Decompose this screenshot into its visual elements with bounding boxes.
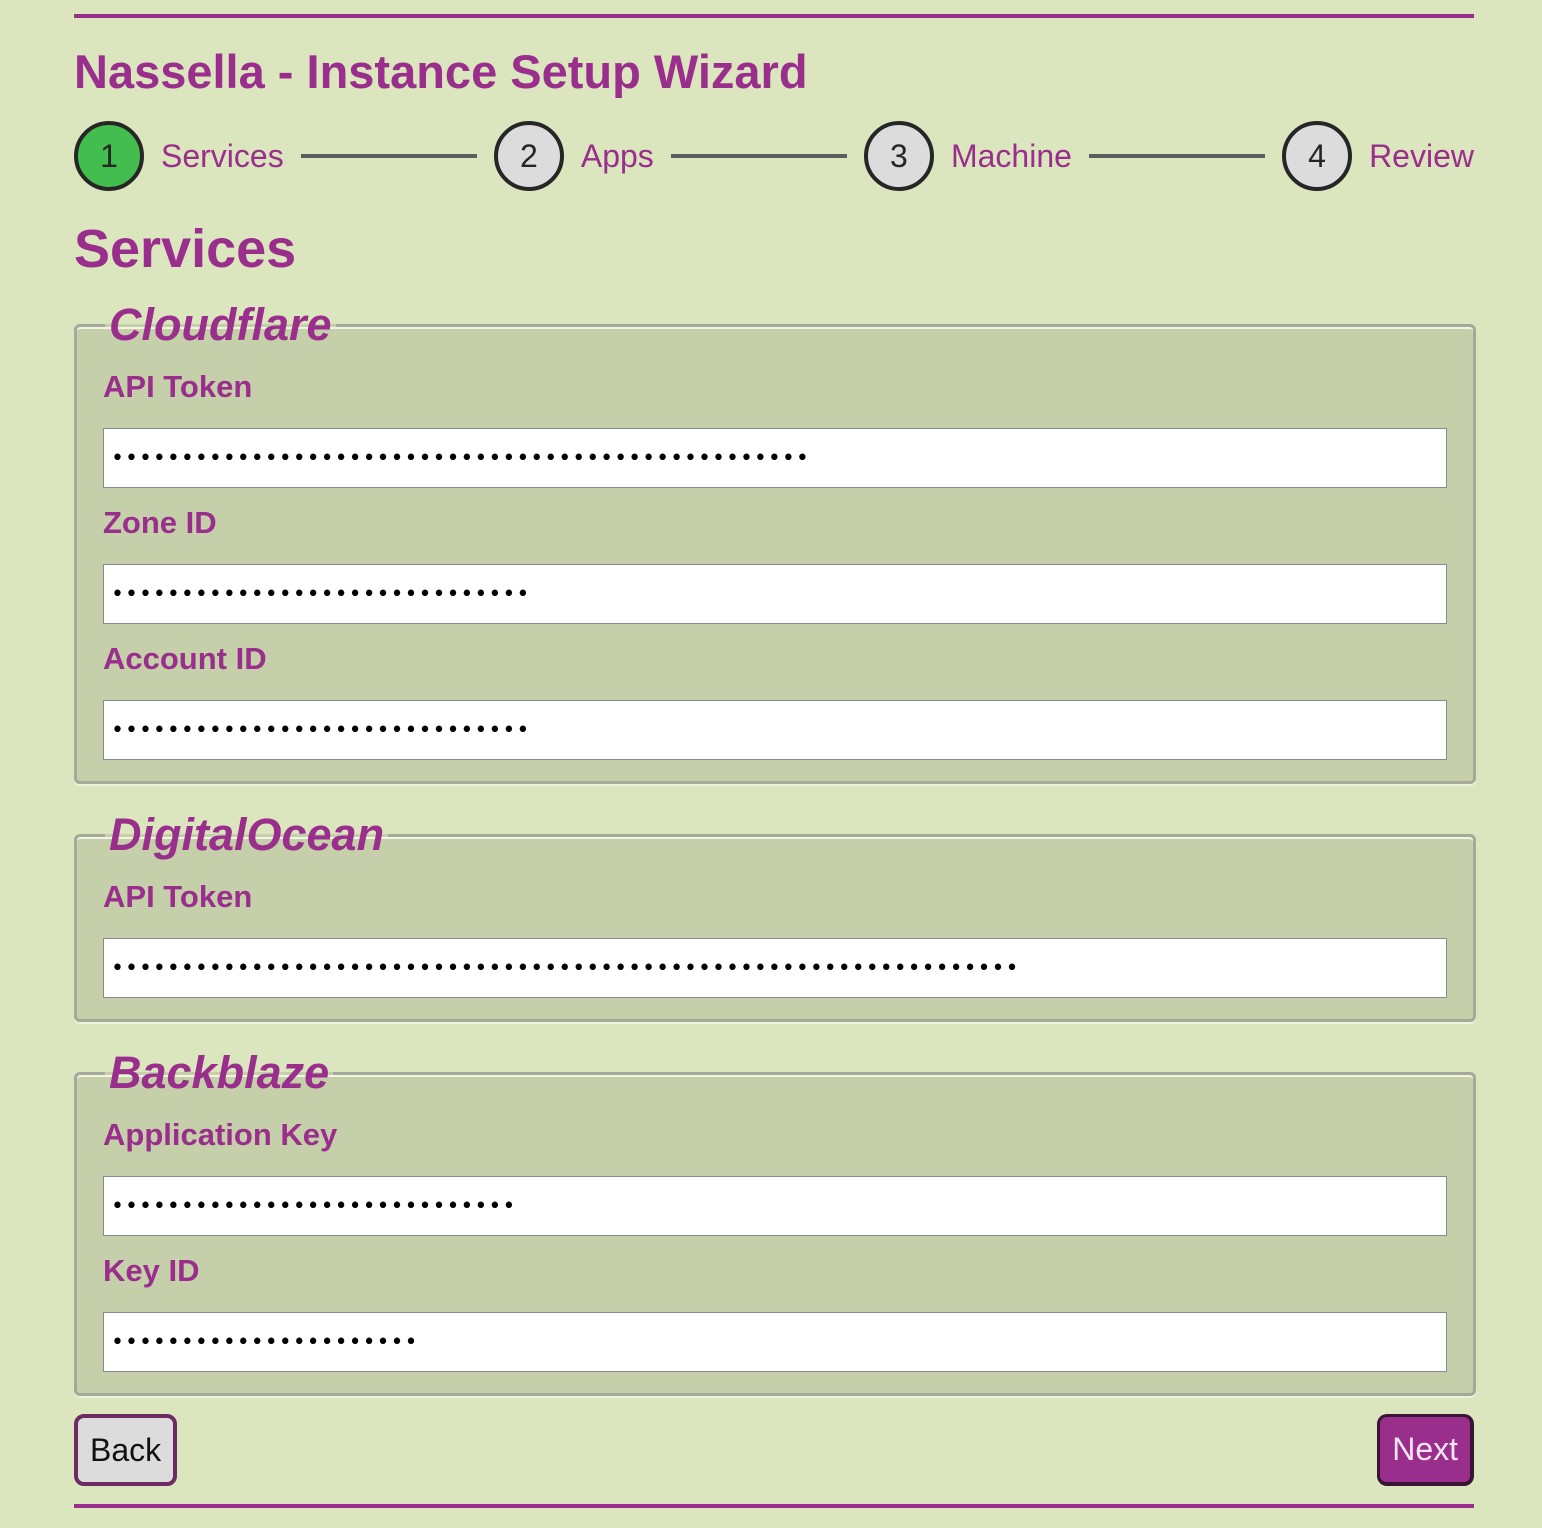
digitalocean-fieldset: DigitalOcean API Token — [74, 810, 1476, 1022]
cloudflare-api-token-label: API Token — [103, 369, 253, 404]
step-label-machine: Machine — [950, 137, 1072, 174]
backblaze-application-key-input[interactable] — [103, 1176, 1447, 1236]
backblaze-fieldset: Backblaze Application Key Key ID — [74, 1048, 1476, 1396]
cloudflare-account-id-input[interactable] — [103, 700, 1447, 760]
wizard-stepper: 1 Services 2 Apps 3 Machine 4 Review — [74, 121, 1474, 191]
cloudflare-zone-id-label: Zone ID — [103, 505, 217, 540]
step-number-1: 1 — [74, 121, 144, 191]
digitalocean-legend: DigitalOcean — [109, 809, 385, 860]
page-title: Services — [74, 219, 297, 279]
digitalocean-api-token-label: API Token — [103, 879, 253, 914]
step-number-4: 4 — [1282, 121, 1353, 191]
cloudflare-fieldset: Cloudflare API Token Zone ID Account ID — [74, 300, 1476, 784]
top-divider — [74, 14, 1474, 18]
backblaze-key-id-input[interactable] — [103, 1312, 1447, 1372]
cloudflare-zone-id-input[interactable] — [103, 564, 1447, 624]
app-title: Nassella - Instance Setup Wizard — [74, 45, 808, 98]
wizard-actions: Back Next — [74, 1414, 1474, 1486]
next-button[interactable]: Next — [1377, 1414, 1474, 1486]
step-connector — [300, 154, 477, 158]
cloudflare-account-id-label: Account ID — [103, 641, 267, 676]
step-apps[interactable]: 2 Apps — [493, 121, 654, 191]
step-label-services: Services — [161, 137, 284, 174]
step-number-2: 2 — [493, 121, 564, 191]
step-services[interactable]: 1 Services — [74, 121, 284, 191]
bottom-divider — [74, 1504, 1474, 1508]
cloudflare-api-token-input[interactable] — [103, 428, 1447, 488]
digitalocean-api-token-input[interactable] — [103, 938, 1447, 998]
step-number-3: 3 — [863, 121, 934, 191]
step-label-apps: Apps — [580, 137, 654, 174]
backblaze-application-key-label: Application Key — [103, 1117, 338, 1152]
step-connector — [1088, 154, 1266, 158]
step-connector — [670, 154, 847, 158]
step-review[interactable]: 4 Review — [1282, 121, 1474, 191]
step-machine[interactable]: 3 Machine — [863, 121, 1072, 191]
wizard-container: Nassella - Instance Setup Wizard 1 Servi… — [74, 0, 1476, 1508]
step-label-review: Review — [1369, 137, 1474, 174]
back-button[interactable]: Back — [74, 1414, 178, 1486]
backblaze-legend: Backblaze — [109, 1047, 330, 1098]
backblaze-key-id-label: Key ID — [103, 1253, 200, 1288]
cloudflare-legend: Cloudflare — [109, 299, 332, 350]
